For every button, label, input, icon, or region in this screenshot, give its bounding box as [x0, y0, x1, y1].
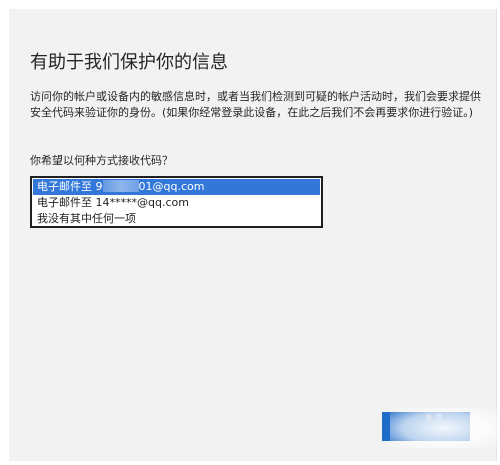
code-method-listbox[interactable]: 电子邮件至 9 01@qq.com 电子邮件至 14*****@qq.com 我没… [30, 176, 323, 228]
option-none[interactable]: 我没有其中任何一项 [33, 211, 320, 227]
page-background: 有助于我们保护你的信息 访问你的帐户或设备内的敏感信息时，或者当我们检测到可疑的… [0, 0, 500, 465]
dialog-title: 有助于我们保护你的信息 [30, 52, 228, 73]
option-email-2-label: 电子邮件至 14*****@qq.com [37, 196, 189, 209]
redaction-mask [102, 180, 139, 192]
next-button-label [382, 412, 470, 441]
dialog-description: 访问你的帐户或设备内的敏感信息时，或者当我们检测到可疑的帐户活动时，我们会要求提… [30, 90, 481, 119]
option-email-1-prefix: 电子邮件至 9 [37, 180, 103, 193]
option-email-1[interactable]: 电子邮件至 9 01@qq.com [33, 179, 320, 195]
next-button[interactable] [382, 412, 470, 441]
option-none-label: 我没有其中任何一项 [37, 212, 136, 225]
option-email-2[interactable]: 电子邮件至 14*****@qq.com [33, 195, 320, 211]
verification-dialog [9, 9, 497, 461]
option-email-1-suffix: 01@qq.com [138, 180, 205, 193]
code-method-question: 你希望以何种方式接收代码？ [30, 154, 173, 167]
